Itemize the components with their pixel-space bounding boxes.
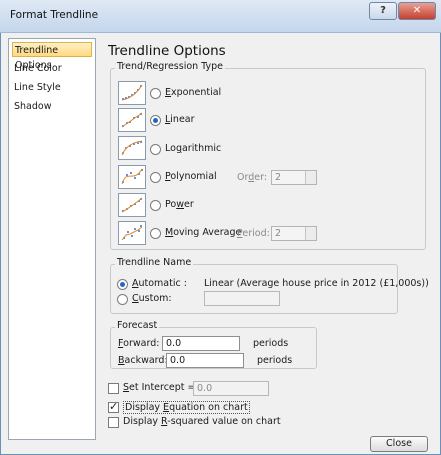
panel-title: Trendline Options (108, 43, 226, 59)
trendline-name-group-label: Trendline Name (115, 257, 194, 268)
logarithmic-radio[interactable] (150, 144, 161, 155)
set-intercept-label: Set Intercept = (123, 382, 196, 393)
custom-name-input[interactable] (204, 291, 280, 306)
custom-label: Custom: (132, 293, 172, 304)
moving-average-radio[interactable] (150, 228, 161, 239)
backward-input[interactable]: 0.0 (166, 353, 244, 368)
nav-item-line-style[interactable]: Line Style (12, 80, 92, 95)
window-title: Format Trendline (10, 9, 99, 21)
backward-unit: periods (257, 355, 293, 366)
category-nav: Trendline Options Line Color Line Style … (8, 38, 96, 440)
nav-item-shadow[interactable]: Shadow (12, 99, 92, 114)
set-intercept-input[interactable]: 0.0 (193, 381, 269, 396)
display-equation-label: Display Equation on chart (123, 401, 250, 414)
nav-item-trendline-options[interactable]: Trendline Options (12, 42, 92, 71)
set-intercept-checkbox[interactable] (108, 383, 119, 394)
forward-unit: periods (253, 338, 289, 349)
forward-input[interactable]: 0.0 (162, 336, 240, 351)
display-rsquared-checkbox[interactable] (108, 417, 119, 428)
moving-average-label: Moving Average (165, 227, 242, 238)
automatic-name-value: Linear (Average house price in 2012 (£1,… (204, 278, 429, 289)
backward-label: Backward: (118, 355, 168, 366)
close-button[interactable]: Close (370, 436, 428, 452)
polynomial-label: Polynomial (165, 171, 217, 182)
display-rsquared-label: Display R-squared value on chart (123, 416, 281, 427)
trend-type-group-label: Trend/Regression Type (115, 61, 226, 72)
order-value: 2 (275, 172, 282, 183)
period-value: 2 (275, 228, 282, 239)
polynomial-trend-icon (118, 165, 146, 189)
nav-item-line-color[interactable]: Line Color (12, 61, 92, 76)
help-button[interactable]: ? (369, 2, 397, 20)
power-radio[interactable] (150, 200, 161, 211)
automatic-label: Automatic : (132, 278, 187, 289)
logarithmic-trend-icon (118, 136, 146, 160)
order-stepper-arrows-icon[interactable] (305, 171, 316, 184)
exponential-label: Exponential (165, 87, 222, 98)
period-label: Period: (237, 228, 270, 239)
trendline-name-group (110, 264, 398, 314)
window-close-button[interactable]: ✕ (398, 2, 436, 20)
order-label: Order: (237, 172, 268, 183)
automatic-radio[interactable] (117, 279, 128, 290)
period-stepper[interactable]: 2 (271, 226, 317, 241)
power-trend-icon (118, 193, 146, 217)
order-stepper[interactable]: 2 (271, 170, 317, 185)
forecast-group-label: Forecast (115, 320, 160, 331)
power-label: Power (165, 199, 194, 210)
exponential-trend-icon (118, 81, 146, 105)
polynomial-radio[interactable] (150, 172, 161, 183)
linear-trend-icon (118, 108, 146, 132)
linear-label: Linear (165, 114, 195, 125)
display-equation-checkbox[interactable] (108, 400, 119, 413)
linear-radio[interactable] (150, 115, 161, 126)
custom-radio[interactable] (117, 294, 128, 305)
period-stepper-arrows-icon[interactable] (305, 227, 316, 240)
moving-average-trend-icon (118, 221, 146, 245)
logarithmic-label: Logarithmic (165, 143, 222, 154)
exponential-radio[interactable] (150, 88, 161, 99)
forward-label: Forward: (118, 338, 160, 349)
